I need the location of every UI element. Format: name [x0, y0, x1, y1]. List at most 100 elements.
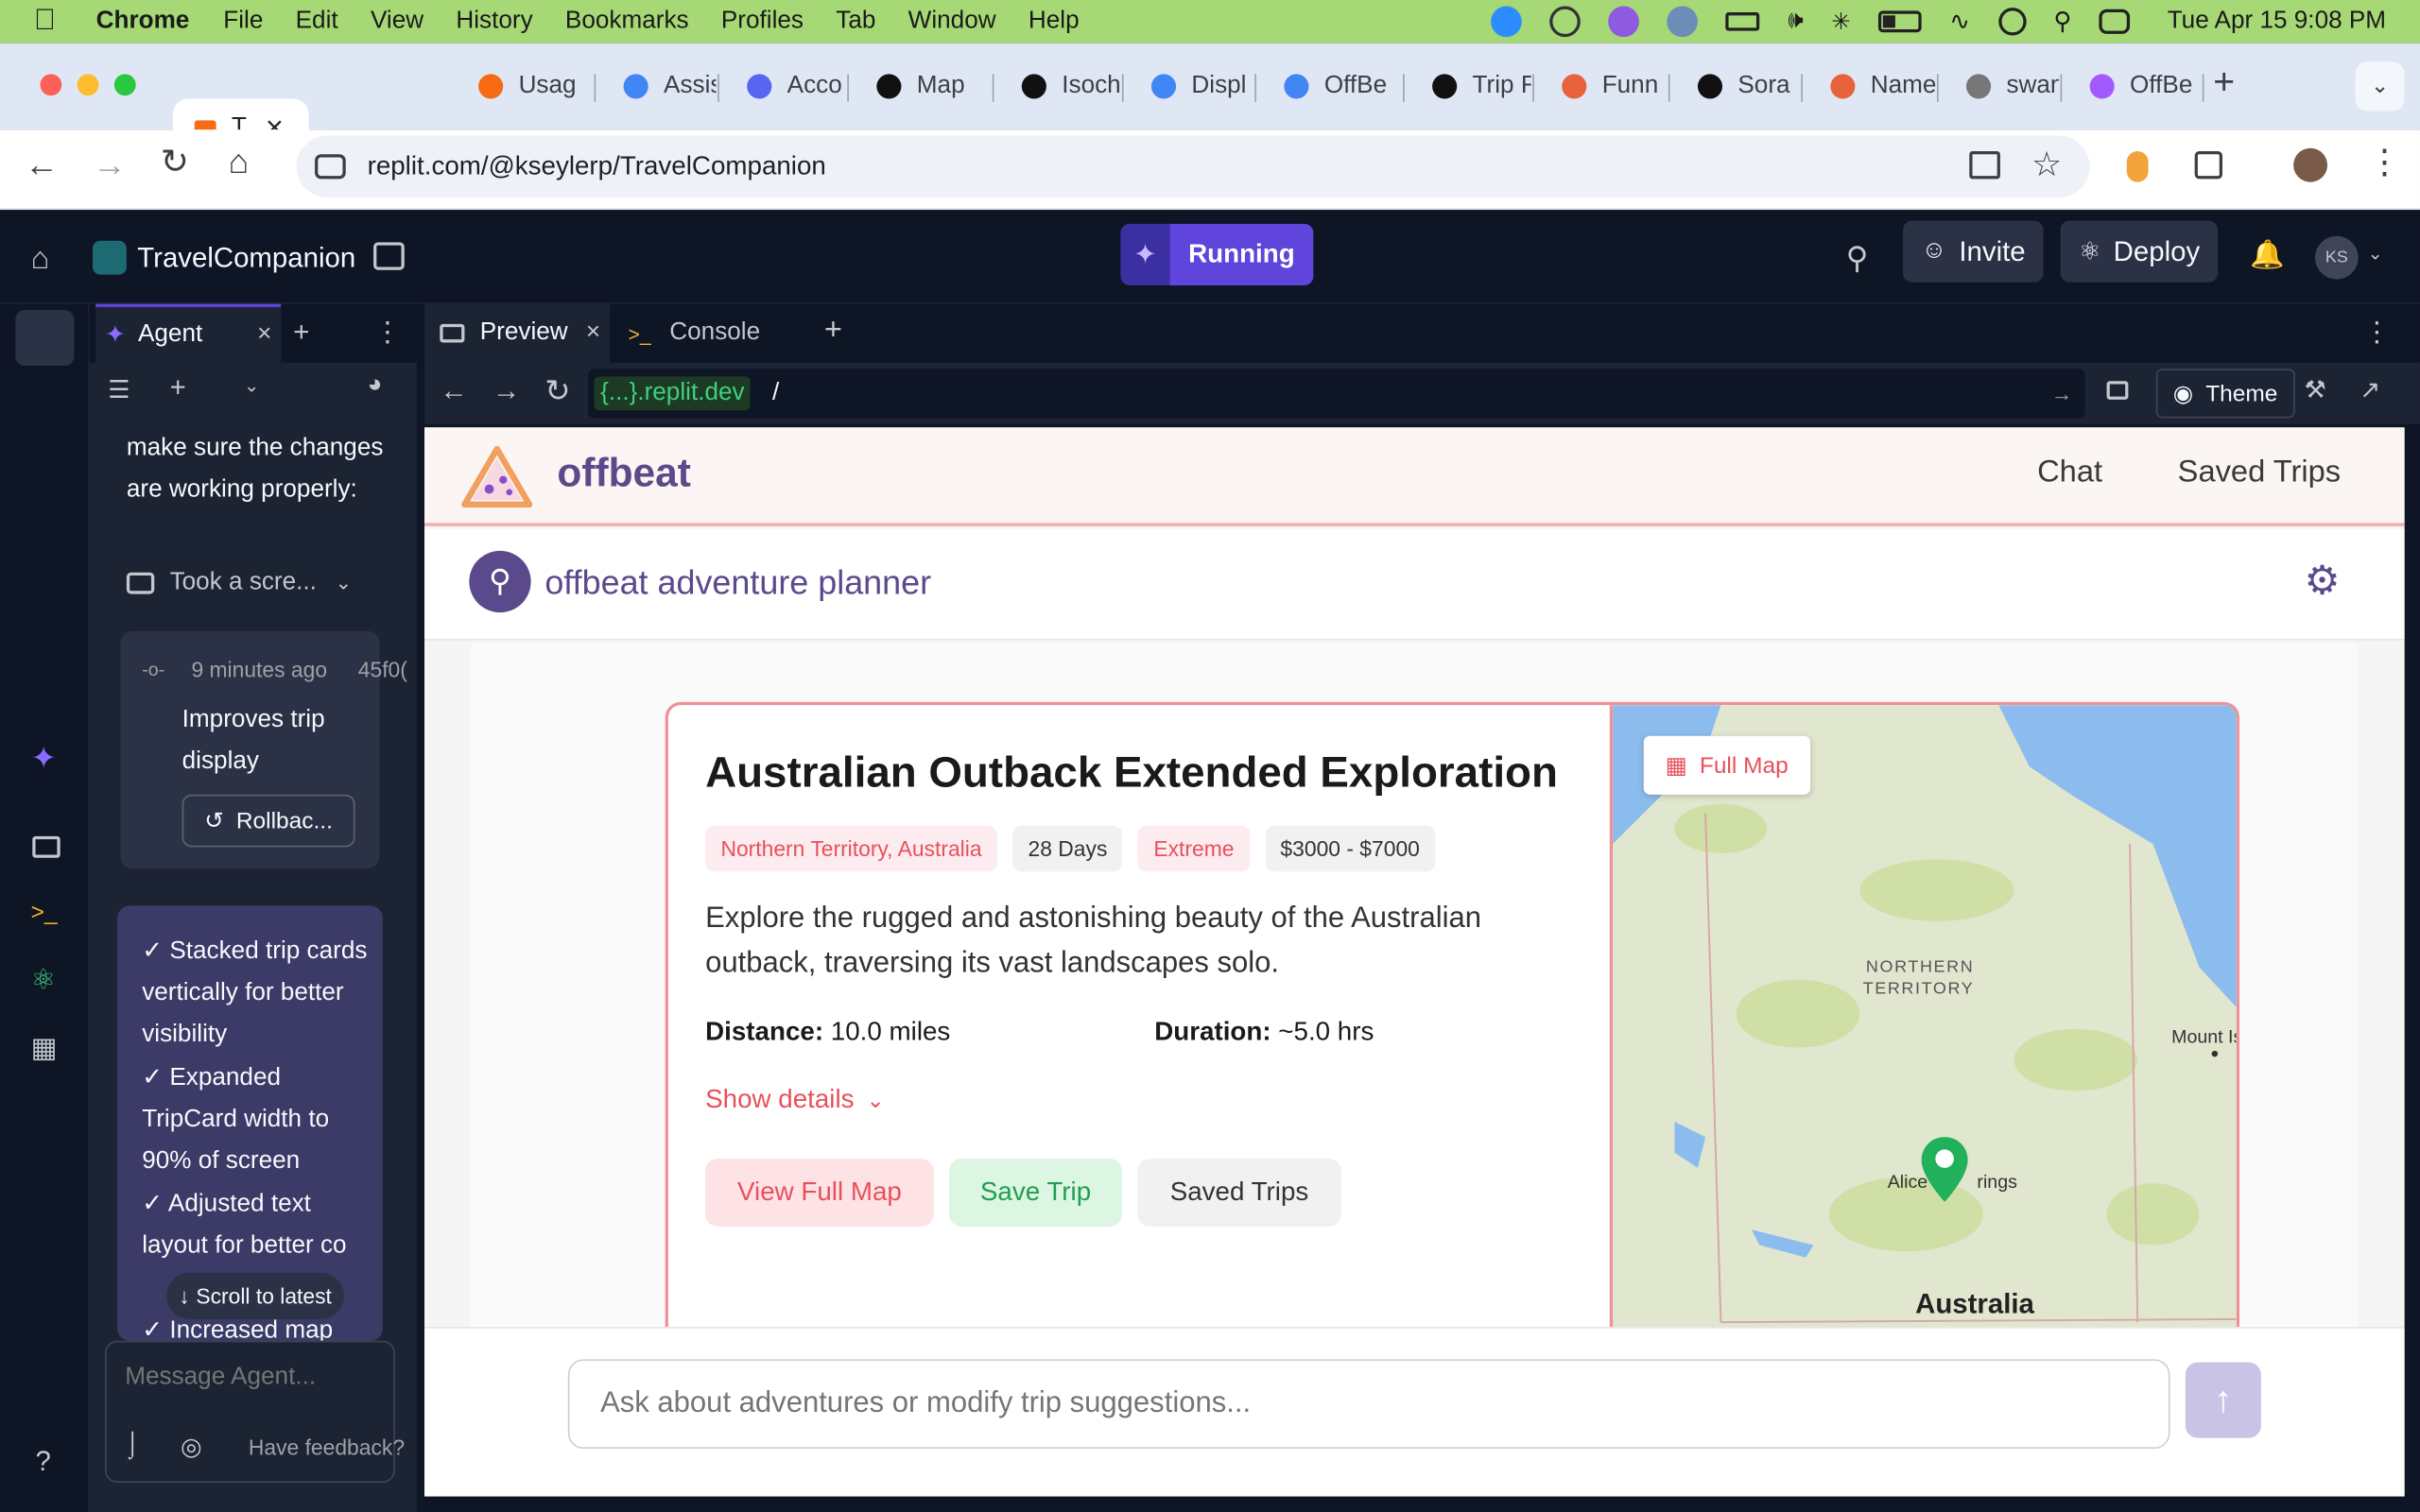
rollback-button[interactable]: ↺ Rollbac... [182, 794, 355, 848]
preview-tab[interactable]: Preview × [424, 303, 610, 363]
agent-more-icon[interactable]: ⋮ [373, 317, 401, 349]
target-icon[interactable]: ◎ [181, 1432, 202, 1463]
console-tab[interactable]: >_ Console [613, 304, 804, 363]
user-icon[interactable] [1997, 8, 2026, 36]
bed-icon[interactable] [1726, 12, 1761, 31]
project-name[interactable]: TravelCompanion [137, 242, 355, 274]
user-avatar[interactable]: KS [2314, 235, 2359, 280]
preview-back-icon[interactable]: ← [440, 375, 467, 407]
pane-more-icon[interactable]: ⋮ [2363, 317, 2391, 349]
nav-chat-link[interactable]: Chat [2037, 455, 2102, 491]
browser-tab[interactable]: Acco [747, 65, 849, 109]
install-app-icon[interactable] [1969, 150, 2000, 180]
extension-icon[interactable] [2126, 150, 2149, 182]
save-trip-button[interactable]: Save Trip [949, 1159, 1122, 1227]
agent-speed-icon[interactable]: ◕ [368, 371, 383, 399]
chat-input[interactable] [567, 1359, 2170, 1450]
preview-reload-icon[interactable]: ↻ [544, 371, 570, 410]
window-minimize-icon[interactable] [77, 74, 99, 96]
agent-dropdown-icon[interactable]: ⌄ [244, 375, 259, 397]
browser-tab[interactable]: Displ [1150, 65, 1256, 109]
window-close-icon[interactable] [40, 74, 62, 96]
wifi-icon[interactable]: ∿ [1949, 7, 1970, 38]
replit-home-icon[interactable]: ⌂ [31, 242, 50, 278]
back-arrow-icon[interactable]: ← [25, 145, 59, 184]
spotlight-search-icon[interactable]: ⚲ [2053, 7, 2071, 38]
browser-tab[interactable]: Funn [1562, 65, 1670, 109]
pane-new-tab-icon[interactable]: + [824, 313, 842, 349]
menu-edit[interactable]: Edit [296, 8, 338, 35]
nav-saved-trips-link[interactable]: Saved Trips [2178, 455, 2341, 491]
global-search-icon[interactable]: ⚲ [1846, 239, 1869, 278]
devtools-wrench-icon[interactable]: ⚒ [2305, 375, 2326, 406]
menubar-clock[interactable]: Tue Apr 15 9:08 PM [2168, 8, 2386, 35]
app-brand[interactable]: offbeat [557, 449, 691, 497]
upload-status-icon[interactable] [1609, 6, 1640, 38]
theme-button[interactable]: ◉ Theme [2155, 369, 2295, 419]
all-tools-icon[interactable]: ▦ [31, 1032, 58, 1064]
reload-icon[interactable]: ↻ [161, 142, 189, 181]
battery-icon[interactable] [1878, 10, 1922, 33]
browser-tab[interactable]: Sora [1697, 65, 1803, 109]
agent-tab-close-icon[interactable]: × [257, 321, 271, 349]
trip-map[interactable]: NORTHERN TERRITORY Mount Is Alice rings … [1609, 705, 2237, 1348]
volume-icon[interactable]: 🕪 [1788, 8, 1803, 35]
help-icon[interactable]: ? [36, 1446, 51, 1478]
go-arrow-icon[interactable]: → [2051, 381, 2073, 405]
browser-tab[interactable]: Map [876, 65, 994, 109]
notifications-bell-icon[interactable]: 🔔 [2250, 239, 2285, 271]
view-full-map-button[interactable]: View Full Map [705, 1159, 934, 1227]
full-map-button[interactable]: ▦ Full Map [1643, 735, 1810, 795]
preview-address-input[interactable]: {...}.replit.dev / → [588, 369, 2085, 419]
menu-app-name[interactable]: Chrome [96, 8, 190, 35]
preview-rail-icon[interactable] [32, 835, 60, 858]
site-settings-icon[interactable] [315, 154, 346, 180]
sync-status-icon[interactable] [1549, 6, 1582, 38]
settings-gear-icon[interactable]: ⚙ [2305, 557, 2341, 605]
menu-window[interactable]: Window [908, 8, 996, 35]
project-info-icon[interactable] [373, 242, 405, 270]
extensions-puzzle-icon[interactable] [2194, 150, 2223, 180]
address-url[interactable]: replit.com/@kseylerp/TravelCompanion [368, 151, 826, 182]
screenshot-action-row[interactable]: Took a scre... ⌄ [126, 569, 352, 596]
menu-tab[interactable]: Tab [836, 8, 875, 35]
menu-profiles[interactable]: Profiles [721, 8, 804, 35]
scroll-to-latest-button[interactable]: ↓ Scroll to latest [166, 1272, 344, 1319]
offbeat-logo-icon[interactable] [458, 443, 536, 511]
browser-tab[interactable]: Assis [623, 65, 719, 109]
open-new-window-icon[interactable]: ↗ [2360, 375, 2380, 406]
apple-icon[interactable]:  [34, 5, 56, 39]
preview-forward-icon[interactable]: → [493, 375, 520, 407]
forward-arrow-icon[interactable]: → [93, 145, 127, 184]
chrome-menu-icon[interactable]: ⋮ [2367, 142, 2401, 181]
menu-view[interactable]: View [371, 8, 424, 35]
browser-tab[interactable]: Isoch [1021, 65, 1124, 109]
invite-button[interactable]: ☺ Invite [1903, 220, 2045, 283]
browser-tab[interactable]: Trip F [1432, 65, 1534, 109]
preview-tab-close-icon[interactable]: × [586, 319, 600, 347]
browser-tab[interactable]: Usag [478, 65, 596, 109]
browser-tab[interactable]: swan [1965, 65, 2063, 109]
menu-help[interactable]: Help [1028, 8, 1080, 35]
browser-tab[interactable]: OffBe [2089, 65, 2204, 109]
agent-message-input[interactable] [125, 1357, 382, 1399]
zoom-status-icon[interactable] [1491, 6, 1523, 38]
run-status-button[interactable]: ✦ Running [1120, 223, 1314, 286]
menu-history[interactable]: History [456, 8, 532, 35]
bluetooth-icon[interactable]: ✳ [1831, 8, 1851, 36]
send-button[interactable]: ↑ [2185, 1362, 2261, 1438]
bookmark-star-icon[interactable]: ☆ [2031, 145, 2062, 184]
saved-trips-button[interactable]: Saved Trips [1137, 1159, 1341, 1227]
profile-avatar[interactable] [2293, 147, 2328, 182]
control-center-icon[interactable] [2099, 9, 2131, 34]
address-bar[interactable]: replit.com/@kseylerp/TravelCompanion ☆ [296, 135, 2090, 198]
tab-search-icon[interactable]: ⌄ [2355, 61, 2405, 112]
window-zoom-icon[interactable] [113, 74, 136, 96]
browser-tab[interactable]: Name [1830, 65, 1939, 109]
feedback-link[interactable]: Have feedback? [249, 1435, 405, 1459]
map-marker-icon[interactable] [1918, 1134, 1971, 1205]
attach-paperclip-icon[interactable]: ⌡ [125, 1432, 140, 1459]
deployments-rail-icon[interactable]: ⚛ [31, 964, 56, 996]
show-details-toggle[interactable]: Show details ⌄ [705, 1085, 885, 1116]
deploy-button[interactable]: ⚛ Deploy [2060, 220, 2219, 283]
